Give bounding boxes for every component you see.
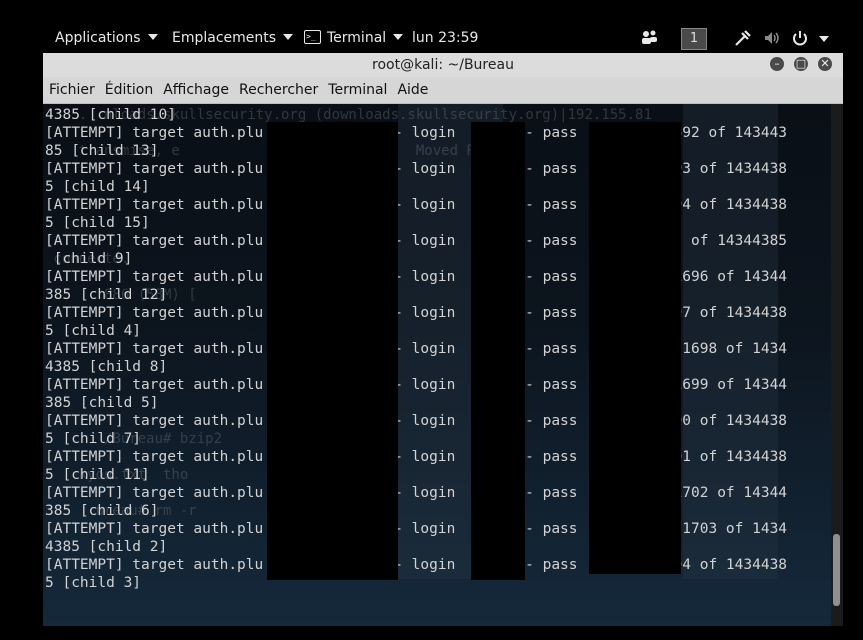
window-titlebar[interactable]: root@kali: ~/Bureau – □ ✕ <box>43 53 843 77</box>
workspace-switcher[interactable]: 1 <box>681 28 707 50</box>
places-label: Emplacements <box>172 30 277 46</box>
minimize-button[interactable]: – <box>770 57 784 71</box>
menu-edition[interactable]: Édition <box>100 77 158 103</box>
window-title: root@kali: ~/Bureau <box>372 57 514 73</box>
network-icon[interactable] <box>733 28 753 48</box>
menu-rechercher[interactable]: Rechercher <box>234 77 323 103</box>
power-icon[interactable] <box>790 28 810 48</box>
workspace-number: 1 <box>689 31 699 46</box>
menu-affichage[interactable]: Affichage <box>158 77 234 103</box>
clock-label: lun 23:59 <box>412 30 479 46</box>
terminal-line: 5 [child 3] <box>45 575 142 591</box>
terminal-app-label: Terminal <box>327 30 387 46</box>
close-button[interactable]: ✕ <box>818 57 832 71</box>
terminal-icon: >_ <box>304 30 321 44</box>
terminal-output[interactable]: . nloads.skullsecurity.org (downloads.sk… <box>43 104 831 626</box>
menu-bar: Fichier Édition Affichage Rechercher Termina… <box>43 77 843 104</box>
redaction-block <box>471 122 525 580</box>
people-icon[interactable] <box>640 28 660 48</box>
menu-terminal[interactable]: Terminal <box>323 77 392 103</box>
chevron-down-icon[interactable] <box>819 36 829 42</box>
menu-fichier[interactable]: Fichier <box>43 77 100 103</box>
volume-icon[interactable] <box>762 28 782 48</box>
menu-aide[interactable]: Aide <box>392 77 433 103</box>
scrollbar-thumb[interactable] <box>833 534 840 606</box>
top-panel: Applications Emplacements >_ Terminal lun… <box>0 0 863 52</box>
maximize-button[interactable]: □ <box>794 57 808 71</box>
clock[interactable]: lun 23:59 <box>412 29 478 47</box>
applications-menu[interactable]: Applications <box>55 29 158 47</box>
scrollbar[interactable] <box>831 104 843 626</box>
chevron-down-icon <box>283 34 294 40</box>
places-menu[interactable]: Emplacements <box>172 29 294 47</box>
terminal-window: root@kali: ~/Bureau – □ ✕ Fichier Édition… <box>43 53 843 626</box>
redaction-block <box>589 122 681 574</box>
applications-label: Applications <box>55 30 141 46</box>
chevron-down-icon <box>393 34 404 40</box>
chevron-down-icon <box>147 34 158 40</box>
redaction-block <box>267 122 398 580</box>
terminal-app-menu[interactable]: >_ Terminal <box>304 29 404 47</box>
